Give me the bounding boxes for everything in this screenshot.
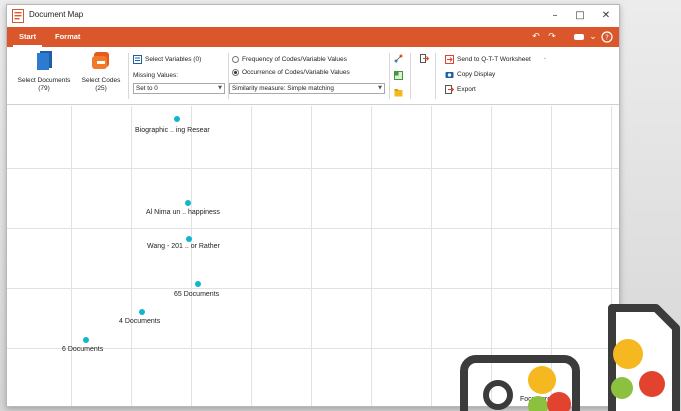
cluster-icon[interactable] — [394, 54, 403, 63]
missing-values-select[interactable]: Set to 0 ▼ — [133, 83, 225, 94]
send-to-worksheet-button[interactable]: Send to Q-T-T Worksheet — [457, 56, 531, 63]
chevron-down-icon: ▼ — [378, 85, 382, 91]
documents-icon — [37, 51, 52, 70]
select-codes-label: Select Codes — [81, 77, 121, 84]
copy-display-icon — [445, 72, 454, 78]
minimize-button[interactable]: – — [544, 8, 566, 24]
chevron-down-icon[interactable]: ⌄ — [543, 55, 547, 61]
point-label: 65 Documents — [174, 291, 220, 298]
document-cluster-point[interactable] — [83, 337, 89, 343]
help-icon[interactable]: ? — [600, 30, 614, 44]
chevron-down-icon: ▼ — [218, 85, 222, 91]
screen: Document Map – □ ✕ Start Format ↶ ↷ ⌄ ? — [0, 0, 681, 411]
select-documents-button[interactable]: Select Documents (79) — [13, 51, 75, 93]
document-point[interactable] — [186, 236, 192, 242]
document-cluster-point[interactable] — [195, 281, 201, 287]
tab-format[interactable]: Format — [49, 27, 86, 47]
ribbon-separator — [435, 53, 436, 99]
point-label: Biographic .. ing Resear — [135, 127, 210, 134]
grid-line — [431, 106, 432, 406]
ribbon-toolbar: Select Documents (79) Select Codes (25) … — [7, 47, 619, 105]
folder-icon[interactable] — [394, 88, 403, 97]
chevron-down-icon[interactable]: ⌄ — [586, 30, 600, 44]
redo-icon[interactable]: ↷ — [545, 30, 559, 44]
occurrence-radio-label[interactable]: Occurrence of Codes/Variable Values — [242, 69, 350, 76]
maximize-button[interactable]: □ — [569, 8, 591, 24]
ribbon-separator — [410, 53, 411, 99]
document-map-window: Document Map – □ ✕ Start Format ↶ ↷ ⌄ ? — [6, 4, 620, 407]
occurrence-radio[interactable] — [232, 69, 239, 76]
table-icon[interactable] — [394, 71, 403, 80]
undo-icon[interactable]: ↶ — [529, 30, 543, 44]
window-title: Document Map — [29, 10, 84, 19]
grid-line — [131, 106, 132, 406]
ribbon-separator — [128, 53, 129, 99]
frequency-radio[interactable] — [232, 56, 239, 63]
missing-values-value: Set to 0 — [136, 85, 158, 92]
grid-line — [371, 106, 372, 406]
select-codes-count: (25) — [95, 85, 107, 92]
ribbon-separator — [389, 53, 390, 99]
grid-line — [71, 106, 72, 406]
grid-line — [7, 228, 619, 229]
similarity-measure-select[interactable]: Similarity measure: Simple matching ▼ — [229, 83, 385, 94]
point-label: Wang - 201 .. or Rather — [147, 243, 220, 250]
select-documents-count: (79) — [38, 85, 50, 92]
ribbon-tab-bar: Start Format ↶ ↷ ⌄ ? — [7, 27, 619, 47]
select-codes-button[interactable]: Select Codes (25) — [77, 51, 125, 93]
missing-values-label: Missing Values: — [133, 72, 179, 79]
close-button[interactable]: ✕ — [595, 8, 617, 24]
grid-line — [7, 168, 619, 169]
grid-line — [251, 106, 252, 406]
selection-bar — [73, 406, 173, 407]
document-decoration-icon — [608, 304, 680, 411]
export-button[interactable]: Export — [457, 86, 476, 93]
point-label: 4 Documents — [119, 318, 161, 325]
exit-icon[interactable] — [420, 54, 429, 63]
copy-display-button[interactable]: Copy Display — [457, 71, 495, 78]
document-point[interactable] — [185, 200, 191, 206]
document-map-app-icon — [12, 9, 24, 23]
select-documents-label: Select Documents — [17, 77, 71, 84]
point-label: Al Nima un .. happiness — [146, 209, 220, 216]
export-icon — [445, 85, 454, 94]
display-options-icon[interactable] — [572, 30, 586, 44]
grid-line — [311, 106, 312, 406]
grid-line — [191, 106, 192, 406]
select-variables-button[interactable]: Select Variables (0) — [145, 56, 201, 63]
grid-line — [7, 288, 619, 289]
frequency-radio-label[interactable]: Frequency of Codes/Variable Values — [242, 56, 347, 63]
document-cluster-point[interactable] — [139, 309, 145, 315]
codes-icon — [92, 52, 109, 69]
send-to-worksheet-icon — [445, 55, 454, 64]
document-point[interactable] — [174, 116, 180, 122]
presentation-decoration-icon — [460, 355, 580, 411]
select-variables-icon — [133, 55, 142, 64]
title-bar: Document Map – □ ✕ — [7, 5, 619, 27]
tab-start[interactable]: Start — [13, 27, 43, 47]
point-label: 6 Documents — [62, 346, 104, 353]
similarity-measure-value: Similarity measure: Simple matching — [232, 85, 334, 92]
svg-text:?: ? — [605, 34, 609, 42]
